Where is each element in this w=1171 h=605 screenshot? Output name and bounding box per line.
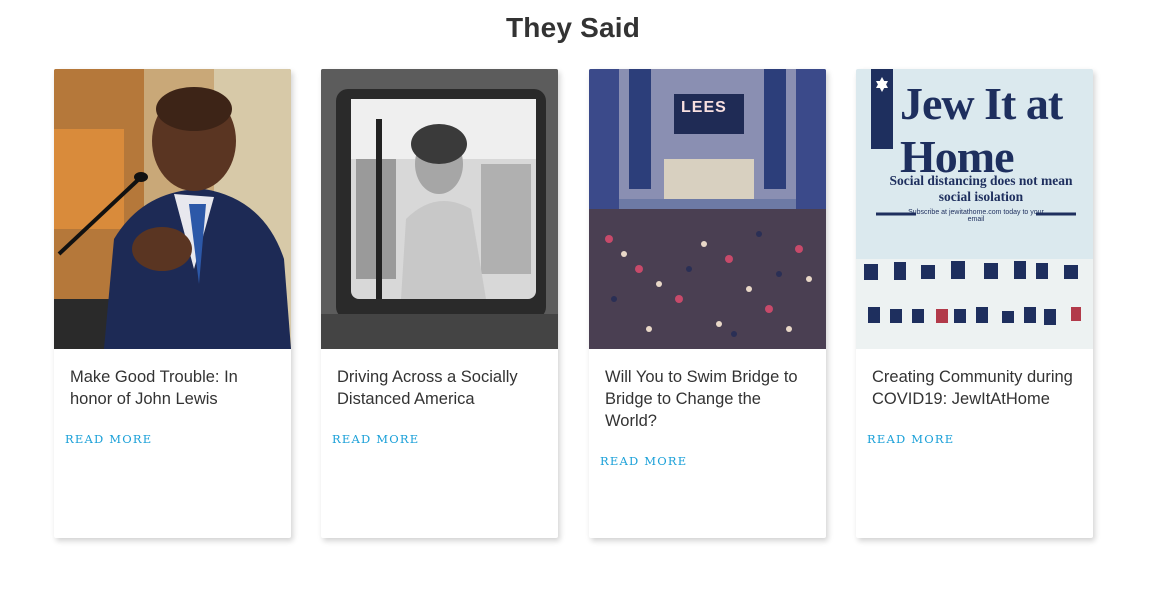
banner-subline: Social distancing does not mean social i… bbox=[889, 173, 1073, 204]
card-title[interactable]: Make Good Trouble: In honor of John Lewi… bbox=[70, 366, 279, 410]
banner-headline: Jew It at Home bbox=[900, 78, 1063, 182]
article-card[interactable]: LEES Will You to Swim Bridge to Bridge t… bbox=[589, 69, 826, 538]
card-image-speaker[interactable] bbox=[54, 69, 291, 349]
article-card[interactable]: Make Good Trouble: In honor of John Lewi… bbox=[54, 69, 291, 538]
card-image-van[interactable] bbox=[321, 69, 558, 349]
van-photo bbox=[321, 69, 558, 349]
card-image-sanctuary[interactable]: LEES bbox=[589, 69, 826, 349]
article-card[interactable]: Driving Across a Socially Distanced Amer… bbox=[321, 69, 558, 538]
card-title[interactable]: Will You to Swim Bridge to Bridge to Cha… bbox=[605, 366, 814, 432]
card-image-jew-it-at-home[interactable]: Jew It at Home Social distancing does no… bbox=[856, 69, 1093, 349]
read-more-link[interactable]: READ MORE bbox=[867, 432, 954, 446]
read-more-link[interactable]: READ MORE bbox=[600, 454, 687, 468]
card-title[interactable]: Creating Community during COVID19: JewIt… bbox=[872, 366, 1081, 410]
speaker-photo bbox=[54, 69, 291, 349]
read-more-link[interactable]: READ MORE bbox=[332, 432, 419, 446]
card-title[interactable]: Driving Across a Socially Distanced Amer… bbox=[337, 366, 546, 410]
section-title: They Said bbox=[505, 12, 641, 43]
read-more-link[interactable]: READ MORE bbox=[65, 432, 152, 446]
image-sign-text: LEES bbox=[681, 99, 727, 116]
banner-small-text: Subscribe at jewitathome.com today to yo… bbox=[908, 209, 1044, 223]
article-card[interactable]: Jew It at Home Social distancing does no… bbox=[856, 69, 1093, 538]
